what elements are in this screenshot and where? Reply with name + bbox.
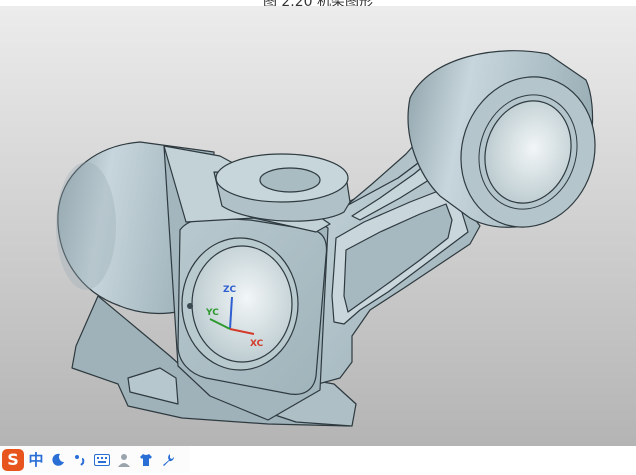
triad-y-label: YC	[205, 308, 219, 318]
sogou-logo-icon[interactable]: S	[2, 448, 24, 471]
keyboard-icon[interactable]	[92, 449, 112, 471]
left-cylinder-end	[56, 162, 116, 290]
punctuation-icon[interactable]	[70, 449, 90, 471]
triad-x-label: XC	[250, 339, 264, 349]
user-icon[interactable]	[114, 449, 134, 471]
ime-toolbar: S 中	[0, 446, 190, 473]
triad-z-label: ZC	[223, 285, 237, 295]
wrench-icon[interactable]	[158, 449, 178, 471]
top-boss-hole[interactable]	[259, 167, 321, 193]
cad-graphics-window[interactable]: ZC YC XC	[0, 6, 636, 446]
bore-keyway	[187, 303, 193, 309]
input-mode-toggle[interactable]: 中	[26, 449, 46, 471]
shirt-icon[interactable]	[136, 449, 156, 471]
moon-icon[interactable]	[48, 449, 68, 471]
front-bore[interactable]	[191, 245, 293, 363]
